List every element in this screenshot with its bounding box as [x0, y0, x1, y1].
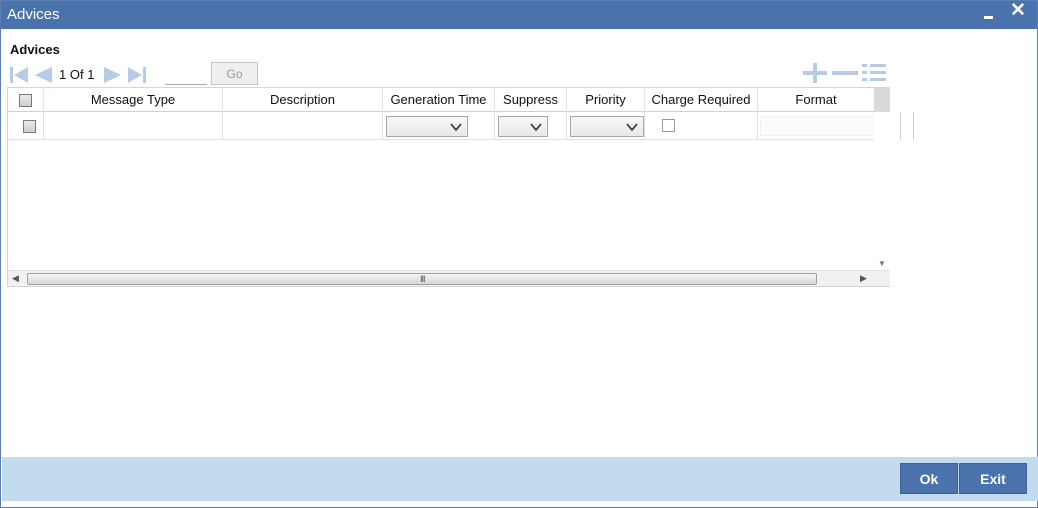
go-button[interactable]: Go [211, 62, 258, 85]
next-page-icon[interactable] [103, 65, 123, 85]
row-select-checkbox[interactable] [23, 120, 36, 133]
vertical-scrollbar[interactable]: ▼ [874, 112, 890, 270]
current-page: 1 [59, 67, 67, 82]
add-row-icon[interactable] [803, 63, 827, 83]
scroll-right-icon[interactable]: ▶ [860, 273, 867, 284]
advices-grid: Message Type Description Generation Time… [7, 87, 890, 287]
section-title: Advices [10, 42, 60, 57]
description-input[interactable] [227, 116, 377, 136]
suppress-select[interactable] [498, 116, 548, 137]
column-header-message-type[interactable]: Message Type [44, 88, 223, 112]
charge-required-checkbox[interactable] [662, 119, 675, 132]
row-select-cell [8, 112, 44, 140]
column-header-charge-required[interactable]: Charge Required [645, 88, 758, 112]
scroll-left-icon[interactable]: ◀ [12, 273, 19, 284]
generation-time-cell [383, 112, 495, 140]
grid-header: Message Type Description Generation Time… [8, 88, 890, 112]
charge-required-cell [645, 112, 758, 140]
suppress-cell [495, 112, 567, 140]
footer-bar: Ok Exit [2, 457, 1038, 501]
close-icon[interactable]: ✕ [1009, 1, 1027, 22]
pagination-bar: 1 Of 1 Go [7, 61, 887, 87]
column-header-format[interactable]: Format [758, 88, 874, 112]
grid-edge-divider [900, 112, 914, 140]
column-header-priority[interactable]: Priority [567, 88, 645, 112]
delete-row-icon[interactable] [832, 63, 858, 83]
column-header-description[interactable]: Description [223, 88, 383, 112]
total-pages: 1 [87, 67, 95, 82]
header-scroll-corner [874, 88, 890, 112]
format-input[interactable] [760, 116, 884, 136]
column-header-generation-time[interactable]: Generation Time [383, 88, 495, 112]
title-bar: Advices ✕ [1, 1, 1037, 29]
chevron-down-icon [626, 123, 638, 132]
description-cell [223, 112, 383, 140]
previous-page-icon[interactable] [33, 65, 53, 85]
single-view-icon[interactable] [862, 63, 886, 83]
priority-cell [567, 112, 645, 140]
exit-button[interactable]: Exit [959, 463, 1027, 494]
table-row [8, 112, 884, 140]
of-label: Of [69, 67, 84, 82]
page-indicator: 1 Of 1 [59, 67, 94, 82]
message-type-input[interactable] [48, 116, 218, 136]
horizontal-scrollbar[interactable]: ◀ III ▶ [8, 270, 890, 286]
chevron-down-icon [450, 123, 462, 132]
ok-button[interactable]: Ok [900, 463, 958, 494]
scroll-grip-icon: III [420, 274, 425, 284]
horizontal-scroll-thumb[interactable]: III [27, 273, 817, 285]
priority-select[interactable] [570, 116, 644, 137]
last-page-icon[interactable] [127, 65, 147, 85]
minimize-icon[interactable] [981, 5, 997, 23]
column-header-suppress[interactable]: Suppress [495, 88, 567, 112]
generation-time-select[interactable] [386, 116, 468, 137]
page-number-input[interactable] [165, 65, 207, 85]
chevron-down-icon [530, 123, 542, 132]
first-page-icon[interactable] [9, 65, 29, 85]
select-all-checkbox[interactable] [19, 94, 32, 108]
select-all-column [8, 88, 44, 112]
message-type-cell [44, 112, 223, 140]
window-title: Advices [7, 6, 60, 23]
scroll-down-icon[interactable]: ▼ [878, 259, 886, 268]
advices-window: Advices ✕ Advices 1 Of 1 Go Message Type… [0, 0, 1038, 508]
